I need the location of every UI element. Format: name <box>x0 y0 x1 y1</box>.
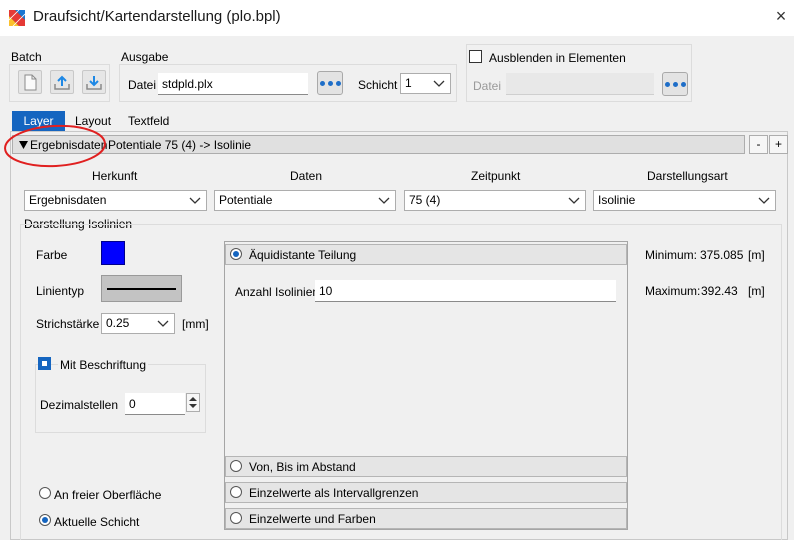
new-file-button[interactable] <box>18 70 42 94</box>
values-colors-label: Einzelwerte und Farben <box>249 512 376 526</box>
herkunft-header: Herkunft <box>92 169 138 183</box>
browse-hide-button[interactable] <box>662 72 688 96</box>
darstellungsart-value: Isolinie <box>598 193 636 207</box>
ausgabe-label: Ausgabe <box>121 50 169 64</box>
daten-select[interactable]: Potentiale <box>214 190 396 211</box>
herkunft-value: Ergebnisdaten <box>29 193 107 207</box>
annotation-ellipse <box>4 124 106 168</box>
layer-label: Schicht <box>358 78 398 92</box>
stroke-width-select[interactable]: 0.25 <box>101 313 175 334</box>
download-button[interactable] <box>82 70 106 94</box>
download-icon <box>86 76 102 90</box>
browse-output-button[interactable] <box>317 71 343 95</box>
darstellungsart-select[interactable]: Isolinie <box>593 190 776 211</box>
close-icon[interactable]: × <box>770 5 792 27</box>
batch-label: Batch <box>11 50 42 64</box>
color-swatch[interactable] <box>101 241 125 265</box>
hide-file-label: Datei <box>473 79 502 93</box>
equidistant-label: Äquidistante Teilung <box>249 248 357 262</box>
darstellungsart-header: Darstellungsart <box>647 169 728 183</box>
tab-textfeld[interactable]: Textfeld <box>120 111 177 131</box>
zeitpunkt-header: Zeitpunkt <box>471 169 521 183</box>
maximum-label: Maximum: <box>645 284 701 298</box>
free-surface-radio[interactable] <box>39 487 51 499</box>
decimals-input[interactable]: 0 <box>125 393 185 415</box>
chevron-down-icon <box>433 80 445 87</box>
spinner-arrows-icon <box>189 397 197 408</box>
app-icon <box>9 10 25 26</box>
hide-file-input[interactable] <box>506 73 654 95</box>
maximum-unit: [m] <box>748 284 765 298</box>
output-file-label: Datei <box>128 78 157 92</box>
layer-header-summary: Potentiale 75 (4) -> Isolinie <box>108 138 252 152</box>
chevron-down-icon <box>568 197 580 204</box>
values-colors-radio[interactable] <box>230 512 242 524</box>
interval-bounds-radio[interactable] <box>230 486 242 498</box>
chevron-down-icon <box>758 197 770 204</box>
add-layer-button[interactable]: + <box>769 135 788 154</box>
isoline-count-input[interactable]: 10 <box>315 280 616 302</box>
layer-select[interactable]: 1 <box>400 73 451 94</box>
chevron-down-icon <box>378 197 390 204</box>
maximum-value: 392.43 <box>701 284 738 298</box>
layer-select-value: 1 <box>405 76 412 90</box>
zeitpunkt-select[interactable]: 75 (4) <box>404 190 586 211</box>
minimum-value: 375.085 <box>700 248 744 262</box>
color-label: Farbe <box>36 248 68 262</box>
remove-layer-button[interactable]: - <box>749 135 768 154</box>
solid-line-icon <box>107 288 176 290</box>
interval-bounds-label: Einzelwerte als Intervallgrenzen <box>249 486 419 500</box>
zeitpunkt-value: 75 (4) <box>409 193 441 207</box>
isoline-count-label: Anzahl Isolinien <box>235 285 320 299</box>
equidistant-radio[interactable] <box>230 248 242 260</box>
decimals-spinner[interactable] <box>186 393 200 412</box>
new-file-icon <box>24 74 37 91</box>
from-to-label: Von, Bis im Abstand <box>249 460 356 474</box>
with-caption-checkbox[interactable] <box>38 357 51 370</box>
hide-in-elements-checkbox[interactable] <box>469 50 482 63</box>
upload-icon <box>54 75 70 90</box>
upload-button[interactable] <box>50 70 74 94</box>
chevron-down-icon <box>157 320 169 327</box>
minimum-unit: [m] <box>748 248 765 262</box>
stroke-width-unit: [mm] <box>182 317 209 331</box>
from-to-radio[interactable] <box>230 460 242 472</box>
output-file-input[interactable]: stdpld.plx <box>158 73 308 95</box>
daten-value: Potentiale <box>219 193 273 207</box>
free-surface-label: An freier Oberfläche <box>54 488 162 502</box>
minimum-label: Minimum: <box>645 248 698 262</box>
hide-in-elements-label: Ausblenden in Elementen <box>489 51 626 65</box>
current-layer-radio[interactable] <box>39 514 51 526</box>
stroke-width-label: Strichstärke <box>36 317 100 331</box>
stroke-width-value: 0.25 <box>106 316 130 330</box>
herkunft-select[interactable]: Ergebnisdaten <box>24 190 207 211</box>
linetype-button[interactable] <box>101 275 182 302</box>
window-title: Draufsicht/Kartendarstellung (plo.bpl) <box>33 8 281 25</box>
current-layer-label: Aktuelle Schicht <box>54 515 140 529</box>
decimals-label: Dezimalstellen <box>40 398 119 412</box>
chevron-down-icon <box>189 197 201 204</box>
daten-header: Daten <box>290 169 323 183</box>
linetype-label: Linientyp <box>36 284 85 298</box>
with-caption-label: Mit Beschriftung <box>58 358 149 372</box>
